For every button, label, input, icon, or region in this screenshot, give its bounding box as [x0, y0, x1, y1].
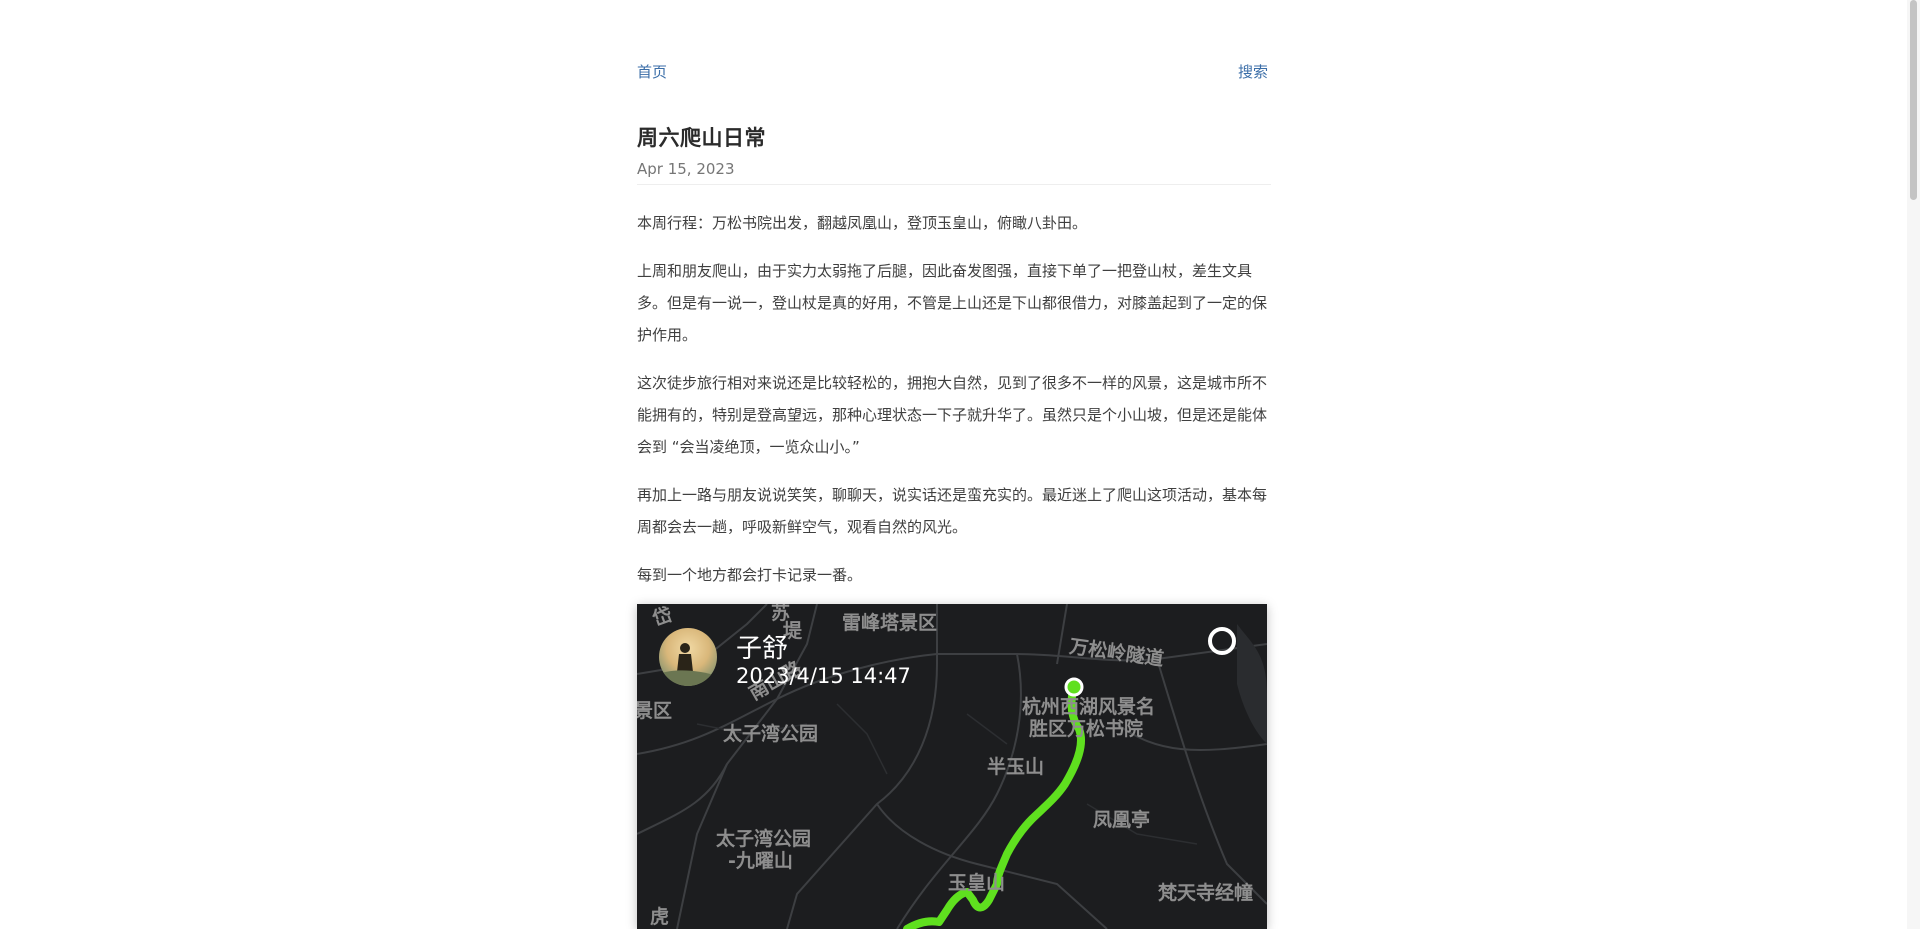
map-label-yuhuang: 玉皇山	[948, 872, 1006, 894]
map-user-name: 子舒	[736, 634, 789, 664]
avatar	[659, 628, 717, 686]
page-scrollbar[interactable]	[1907, 0, 1920, 929]
paragraph-friends: 再加上一路与朋友说说笑笑，聊聊天，说实话还是蛮充实的。最近迷上了爬山这项活动，基…	[637, 486, 1268, 536]
scrollbar-thumb[interactable]	[1910, 0, 1917, 200]
map-label-fenghuang: 凤凰亭	[1093, 809, 1151, 831]
person-silhouette-icon	[659, 643, 717, 686]
map-label-banyu: 半玉山	[987, 756, 1045, 778]
map-label-taiziwan: 太子湾公园	[723, 723, 819, 745]
title-divider	[637, 184, 1271, 185]
map-label-hu: 虎	[650, 906, 670, 928]
route-start-marker	[1064, 677, 1084, 697]
post-date: Apr 15, 2023	[637, 160, 735, 178]
map-label-leifeng: 雷峰塔景区	[842, 612, 938, 634]
nav-search-link[interactable]: 搜索	[1238, 61, 1268, 82]
post-title: 周六爬山日常	[637, 126, 766, 150]
circle-icon	[1208, 627, 1236, 655]
map-label-taiziwan2-line1: 太子湾公园	[716, 828, 812, 850]
paragraph-trekking-pole: 上周和朋友爬山，由于实力太弱拖了后腿，因此奋发图强，直接下单了一把登山杖，差生文…	[637, 262, 1268, 344]
map-timestamp: 2023/4/15 14:47	[736, 664, 911, 688]
page: 首页 搜索 周六爬山日常 Apr 15, 2023 本周行程：万松书院出发，翻越…	[0, 0, 1920, 929]
paragraph-checkin: 每到一个地方都会打卡记录一番。	[637, 566, 863, 584]
paragraph-hiking-feeling: 这次徒步旅行相对来说还是比较轻松的，拥抱大自然，见到了很多不一样的风景，这是城市…	[637, 374, 1268, 456]
map-label-jingqu: 景区	[637, 700, 673, 722]
map-label-fantian: 梵天寺经幢	[1158, 882, 1254, 904]
nav-home-link[interactable]: 首页	[637, 61, 667, 82]
top-nav: 首页 搜索	[637, 61, 1268, 83]
post-body: 本周行程：万松书院出发，翻越凤凰山，登顶玉皇山，俯瞰八卦田。 上周和朋友爬山，由…	[637, 207, 1271, 607]
map-label-taiziwan2-line2: -九曜山	[728, 850, 793, 872]
paragraph-itinerary: 本周行程：万松书院出发，翻越凤凰山，登顶玉皇山，俯瞰八卦田。	[637, 214, 1088, 232]
hiking-route-map-image: 雷峰塔景区 万松岭隧道 苏 堤 南山路 景区 太子湾公园 杭州西湖风景名 胜区万…	[637, 604, 1267, 929]
map-label-xihu-line2: 胜区万松书院	[1029, 718, 1144, 740]
map-label-xihu-line1: 杭州西湖风景名	[1022, 696, 1156, 718]
